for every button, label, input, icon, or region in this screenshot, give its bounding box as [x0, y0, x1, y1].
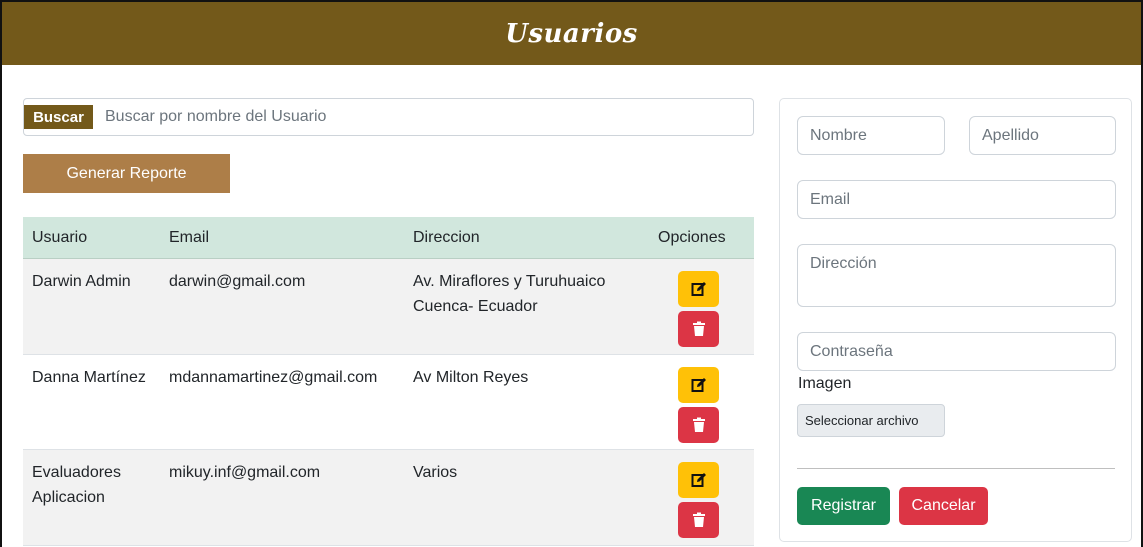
- column-header-usuario: Usuario: [32, 228, 88, 246]
- generate-report-button[interactable]: Generar Reporte: [23, 154, 230, 193]
- edit-button[interactable]: [678, 367, 719, 403]
- cell-email: darwin@gmail.com: [169, 273, 306, 290]
- delete-button[interactable]: [678, 311, 719, 347]
- column-header-email: Email: [169, 228, 210, 246]
- form-divider: [797, 468, 1115, 469]
- trash-icon: [692, 321, 705, 336]
- cell-user: Danna Martínez: [32, 369, 146, 386]
- nombre-field[interactable]: [797, 116, 945, 155]
- cell-address: Varios: [413, 464, 458, 481]
- cell-email: mikuy.inf@gmail.com: [169, 464, 321, 481]
- column-header-opciones: Opciones: [658, 228, 726, 246]
- delete-button[interactable]: [678, 502, 719, 538]
- cell-address: Av. Miraflores y Turuhuaico Cuenca- Ecua…: [413, 273, 606, 315]
- file-select-button[interactable]: Seleccionar archivo: [797, 404, 945, 437]
- edit-icon: [691, 473, 706, 487]
- edit-icon: [691, 378, 706, 392]
- trash-icon: [692, 512, 705, 527]
- app-frame: Usuarios Buscar Generar Reporte Usuario …: [0, 0, 1143, 547]
- column-header-direccion: Direccion: [413, 228, 480, 246]
- search-button-wrapper: Buscar: [24, 99, 93, 135]
- email-field[interactable]: [797, 180, 1116, 219]
- user-form: Imagen Seleccionar archivo Registrar Can…: [779, 98, 1132, 542]
- password-field[interactable]: [797, 332, 1116, 371]
- cell-address: Av Milton Reyes: [413, 369, 529, 386]
- cell-options: [650, 450, 754, 545]
- users-table: Usuario Email Direccion Opciones Darwin …: [23, 217, 754, 546]
- cell-options: [650, 259, 754, 354]
- page-title: Usuarios: [505, 18, 638, 49]
- register-button[interactable]: Registrar: [797, 487, 890, 525]
- trash-icon: [692, 417, 705, 432]
- search-input[interactable]: [93, 99, 753, 135]
- edit-button[interactable]: [678, 271, 719, 307]
- page-header: Usuarios: [2, 2, 1141, 65]
- search-bar: Buscar: [23, 98, 754, 136]
- image-label: Imagen: [798, 375, 852, 392]
- direccion-field[interactable]: [797, 244, 1116, 307]
- cell-email: mdannamartinez@gmail.com: [169, 369, 378, 386]
- search-button[interactable]: Buscar: [24, 105, 93, 129]
- table-row: Evaluadores Aplicacion mikuy.inf@gmail.c…: [23, 450, 754, 546]
- delete-button[interactable]: [678, 407, 719, 443]
- cell-options: [650, 355, 754, 449]
- edit-icon: [691, 282, 706, 296]
- table-row: Darwin Admin darwin@gmail.com Av. Mirafl…: [23, 259, 754, 355]
- cancel-button[interactable]: Cancelar: [899, 487, 988, 525]
- cell-user: Darwin Admin: [32, 273, 131, 290]
- edit-button[interactable]: [678, 462, 719, 498]
- apellido-field[interactable]: [969, 116, 1116, 155]
- table-header: Usuario Email Direccion Opciones: [23, 217, 754, 259]
- table-row: Danna Martínez mdannamartinez@gmail.com …: [23, 355, 754, 450]
- cell-user: Evaluadores Aplicacion: [32, 464, 121, 506]
